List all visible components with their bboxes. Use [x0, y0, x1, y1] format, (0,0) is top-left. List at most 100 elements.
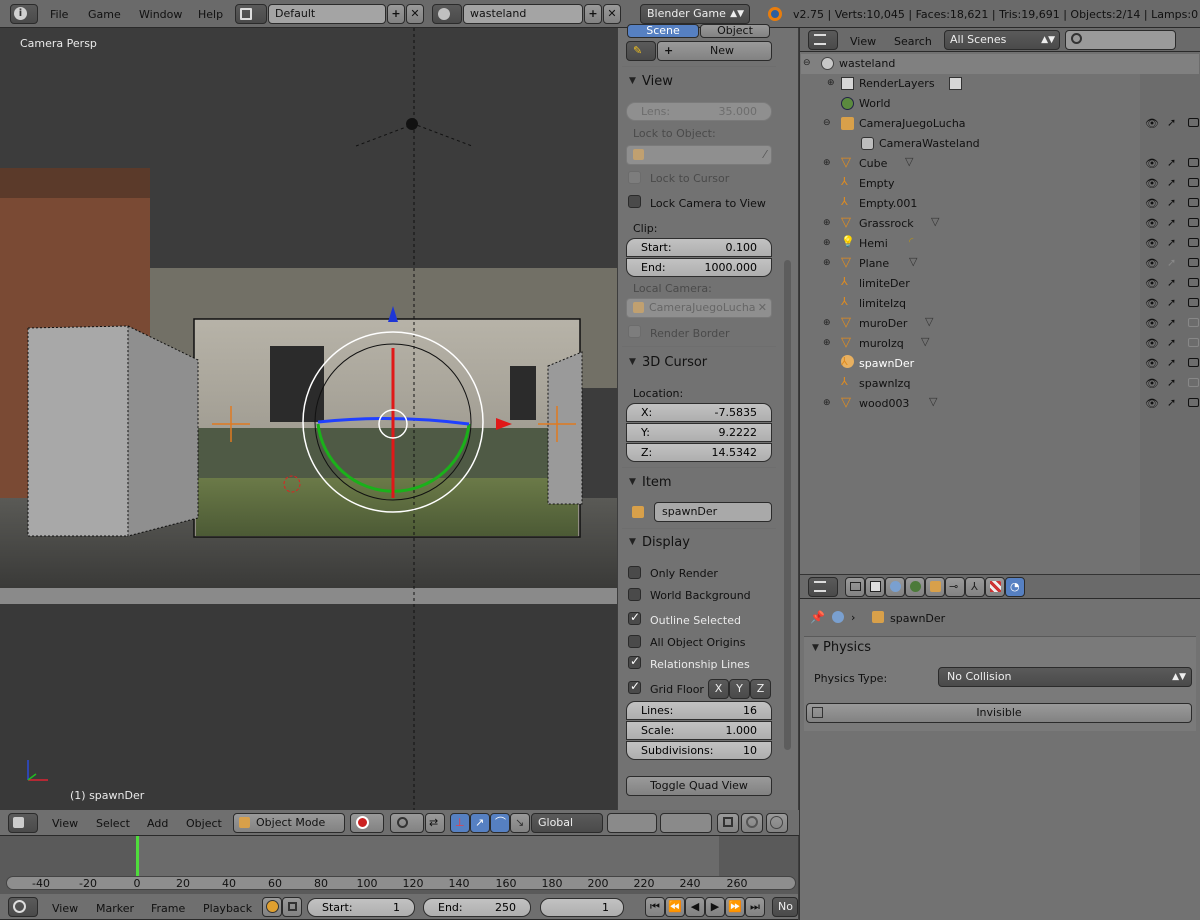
view3d-editor-type-button[interactable]: [8, 813, 38, 833]
outliner-menu-search[interactable]: Search: [894, 35, 932, 48]
panel-title-view[interactable]: View: [642, 74, 673, 89]
outliner-row-grassrock[interactable]: ⊕ ▽ Grassrock ▽ 👁 ➚: [801, 214, 1199, 234]
remove-scene-button[interactable]: ✕: [603, 4, 621, 24]
current-frame-field[interactable]: 1: [540, 898, 624, 917]
pivot-dropdown[interactable]: [390, 813, 424, 833]
transform-icon-button[interactable]: ↘: [510, 813, 530, 833]
select-cursor-icon[interactable]: ➚: [1167, 256, 1176, 269]
visibility-eye-icon[interactable]: 👁: [1145, 117, 1159, 130]
local-camera-field[interactable]: CameraJuegoLucha ✕: [626, 298, 772, 318]
menu-game[interactable]: Game: [88, 8, 121, 21]
render-camera-icon[interactable]: [1188, 278, 1199, 287]
expand-icon[interactable]: ⊕: [823, 158, 831, 168]
render-camera-icon[interactable]: [1188, 258, 1199, 267]
tab-scene[interactable]: Scene: [627, 24, 699, 38]
jump-start-button[interactable]: ⏮: [645, 897, 665, 917]
visibility-eye-icon[interactable]: 👁: [1145, 257, 1159, 270]
rotate-manipulator[interactable]: ↗: [470, 813, 490, 833]
context-object-tab[interactable]: [925, 577, 945, 597]
menu-file[interactable]: File: [50, 8, 68, 21]
outliner-menu-view[interactable]: View: [850, 35, 876, 48]
render-camera-icon[interactable]: [1188, 158, 1199, 167]
timeline-menu-marker[interactable]: Marker: [96, 902, 134, 915]
select-cursor-icon[interactable]: ➚: [1167, 316, 1176, 329]
visibility-eye-icon[interactable]: 👁: [1145, 377, 1159, 390]
visibility-eye-icon[interactable]: 👁: [1145, 157, 1159, 170]
object-mode-dropdown[interactable]: Object Mode: [233, 813, 345, 833]
context-render-tab[interactable]: [845, 577, 865, 597]
collapse-icon[interactable]: ⊖: [803, 58, 811, 68]
clip-end-field[interactable]: End: 1000.000: [626, 258, 772, 277]
lock-frame-button[interactable]: [282, 897, 302, 917]
lock-camera-checkbox[interactable]: [628, 195, 641, 208]
current-frame-marker[interactable]: [136, 836, 139, 876]
visibility-eye-icon[interactable]: 👁: [1145, 357, 1159, 370]
layers-grid-b[interactable]: [660, 813, 712, 833]
select-cursor-icon[interactable]: ➚: [1167, 336, 1176, 349]
lock-object-field[interactable]: ⁄: [626, 145, 772, 165]
panel-title-item[interactable]: Item: [642, 475, 672, 490]
select-cursor-icon[interactable]: ➚: [1167, 356, 1176, 369]
play-button[interactable]: ▶: [705, 897, 725, 917]
panel-collapse-item-icon[interactable]: ▼: [629, 477, 636, 487]
select-cursor-icon[interactable]: ➚: [1167, 196, 1176, 209]
visibility-eye-icon[interactable]: 👁: [1145, 237, 1159, 250]
toggle-quad-view-button[interactable]: Toggle Quad View: [626, 776, 772, 796]
select-cursor-icon[interactable]: ➚: [1167, 216, 1176, 229]
visibility-eye-icon[interactable]: 👁: [1145, 317, 1159, 330]
remove-layout-button[interactable]: ✕: [406, 4, 424, 24]
visibility-eye-icon[interactable]: 👁: [1145, 177, 1159, 190]
lock-layers-button[interactable]: [717, 813, 739, 833]
outline-selected-checkbox[interactable]: [628, 610, 641, 625]
scene-name-field[interactable]: wasteland: [463, 4, 583, 24]
add-scene-button[interactable]: +: [584, 4, 602, 24]
expand-icon[interactable]: ⊕: [823, 398, 831, 408]
render-only-button[interactable]: [741, 813, 763, 833]
lens-field[interactable]: Lens: 35.000: [626, 102, 772, 121]
panel-collapse-view-icon[interactable]: ▼: [629, 76, 636, 86]
render-camera-icon[interactable]: [1188, 118, 1199, 127]
context-data-tab[interactable]: ⅄: [965, 577, 985, 597]
outliner-row-hemi[interactable]: ⊕ 💡 Hemi ◜ 👁 ➚: [801, 234, 1199, 254]
view3d-menu-add[interactable]: Add: [147, 817, 168, 830]
outliner-row-wood003[interactable]: ⊕ ▽ wood003 ▽ 👁 ➚: [801, 394, 1199, 414]
select-cursor-icon[interactable]: ➚: [1167, 236, 1176, 249]
visibility-eye-icon[interactable]: 👁: [1145, 297, 1159, 310]
render-camera-icon[interactable]: [1188, 378, 1199, 387]
clear-icon[interactable]: ✕: [758, 299, 767, 317]
play-reverse-button[interactable]: ◀: [685, 897, 705, 917]
outliner-row-muroizq[interactable]: ⊕ ▽ muroIzq ▽ 👁 ➚: [801, 334, 1199, 354]
render-camera-icon[interactable]: [1188, 238, 1199, 247]
clip-start-field[interactable]: Start: 0.100: [626, 238, 772, 257]
expand-icon[interactable]: ⊕: [823, 318, 831, 328]
select-cursor-icon[interactable]: ➚: [1167, 396, 1176, 409]
outliner-row-cube[interactable]: ⊕ ▽ Cube ▽ 👁 ➚: [801, 154, 1199, 174]
context-renderlayers-tab[interactable]: [865, 577, 885, 597]
physics-type-dropdown[interactable]: No Collision ▲▼: [938, 667, 1192, 687]
outliner-row-wasteland[interactable]: ⊖ wasteland: [801, 54, 1199, 74]
proportional-edit-button[interactable]: [766, 813, 788, 833]
translate-manipulator[interactable]: ⊥: [450, 813, 470, 833]
editor-type-info-button[interactable]: i: [10, 4, 38, 24]
expand-icon[interactable]: ⊕: [823, 218, 831, 228]
all-object-origins-checkbox[interactable]: [628, 635, 641, 648]
properties-editor-type-button[interactable]: [808, 577, 838, 597]
visibility-eye-icon[interactable]: 👁: [1145, 277, 1159, 290]
outliner-row-plane[interactable]: ⊕ ▽ Plane ▽ 👁 ➚: [801, 254, 1199, 274]
new-button[interactable]: + New: [657, 41, 772, 61]
outliner-editor-type-button[interactable]: [808, 30, 838, 50]
context-texture-tab[interactable]: [985, 577, 1005, 597]
timeline-menu-playback[interactable]: Playback: [203, 902, 252, 915]
scale-manipulator[interactable]: ⌒: [490, 813, 510, 833]
lock-cursor-checkbox[interactable]: [628, 171, 641, 184]
visibility-eye-icon[interactable]: 👁: [1145, 197, 1159, 210]
expand-icon[interactable]: ⊕: [823, 258, 831, 268]
manipulator-toggle[interactable]: ⇄: [425, 813, 445, 833]
engine-dropdown[interactable]: Blender Game ▲▼: [640, 4, 750, 24]
context-physics-tab[interactable]: ◔: [1005, 577, 1025, 597]
grid-lines-field[interactable]: Lines: 16: [626, 701, 772, 720]
outliner-row-empty[interactable]: ⅄ Empty 👁 ➚: [801, 174, 1199, 194]
timeline-menu-frame[interactable]: Frame: [151, 902, 185, 915]
expand-icon[interactable]: ⊕: [823, 338, 831, 348]
cursor-x-field[interactable]: X: -7.5835: [626, 403, 772, 422]
